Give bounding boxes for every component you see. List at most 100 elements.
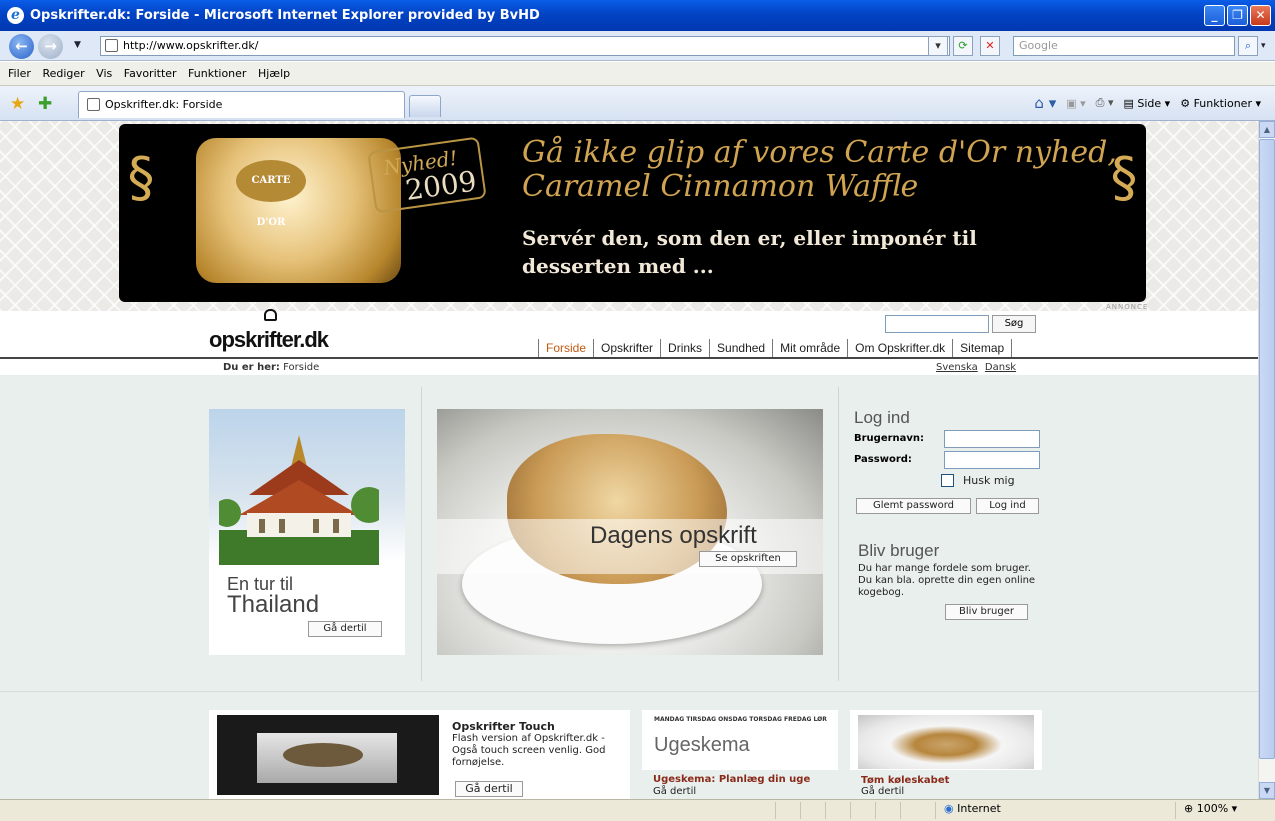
site-nav: Forside Opskrifter Drinks Sundhed Mit om… <box>538 339 1013 357</box>
site-search-input[interactable] <box>885 315 989 333</box>
nav-mit-omraade[interactable]: Mit område <box>772 339 847 357</box>
banner-headline: Gå ikke glip af vores Carte d'Or nyhed, … <box>522 135 1117 204</box>
menu-help[interactable]: Hjælp <box>258 62 290 80</box>
favorites-star-icon[interactable]: ★ <box>10 94 25 114</box>
menu-favorites[interactable]: Favoritter <box>124 62 177 80</box>
close-button[interactable]: ✕ <box>1250 5 1271 26</box>
zone-indicator: ◉ Internet <box>935 802 1155 819</box>
touch-screenshot-image <box>217 715 439 795</box>
window-title: Opskrifter.dk: Forside - Microsoft Inter… <box>30 8 540 23</box>
remember-label: Husk mig <box>963 474 1015 487</box>
thailand-goto-button[interactable]: Gå dertil <box>308 621 382 637</box>
status-bar: ◉ Internet ⊕ 100% ▾ <box>0 799 1275 821</box>
scroll-thumb[interactable] <box>1259 139 1275 759</box>
header-divider <box>0 357 1258 359</box>
menu-bar: Filer Rediger Vis Favoritter Funktioner … <box>0 62 1275 86</box>
ad-label: ANNONCE <box>1106 303 1149 311</box>
nav-om[interactable]: Om Opskrifter.dk <box>847 339 952 357</box>
tools-menu[interactable]: ⚙ Funktioner ▾ <box>1180 97 1261 110</box>
recipe-of-day-title: Dagens opskrift <box>590 522 757 549</box>
zoom-control[interactable]: ⊕ 100% ▾ <box>1175 802 1270 819</box>
home-icon[interactable]: ⌂ ▾ <box>1034 94 1056 112</box>
nav-drinks[interactable]: Drinks <box>660 339 709 357</box>
address-bar: ← → ▼ http://www.opskrifter.dk/ ▾ ⟳ ✕ Go… <box>0 31 1275 61</box>
search-options-icon[interactable]: ▾ <box>1261 41 1266 51</box>
fridge-link[interactable]: Gå dertil <box>861 786 904 798</box>
menu-edit[interactable]: Rediger <box>42 62 84 80</box>
card-ugeskema[interactable]: MANDAG TIRSDAG ONSDAG TORSDAG FREDAG LØR… <box>642 710 838 799</box>
page-viewport: § CARTE D'OR Nyhed! 2009 Gå ikke glip af… <box>0 121 1258 799</box>
history-dropdown-icon[interactable]: ▼ <box>74 40 81 50</box>
new-tab-button[interactable] <box>409 95 441 117</box>
lang-dansk[interactable]: Dansk <box>985 362 1016 373</box>
card-touch[interactable]: Opskrifter Touch Flash version af Opskri… <box>209 710 630 799</box>
menu-view[interactable]: Vis <box>96 62 112 80</box>
username-label: Brugernavn: <box>854 433 925 444</box>
touch-text: Flash version af Opskrifter.dk - Også to… <box>452 733 606 768</box>
site-search-button[interactable]: Søg <box>992 315 1036 333</box>
stop-button[interactable]: ✕ <box>980 36 1000 56</box>
scroll-down-icon[interactable]: ▼ <box>1259 782 1275 799</box>
add-favorite-icon[interactable]: ✚ <box>38 94 52 114</box>
ornament-left-icon: § <box>127 146 155 209</box>
username-field[interactable] <box>944 430 1040 448</box>
tab-bar: ★ ✚ Opskrifter.dk: Forside ⌂ ▾ ▣ ▾ ⎙ ▾ ▤… <box>0 86 1275 121</box>
password-field[interactable] <box>944 451 1040 469</box>
signup-button[interactable]: Bliv bruger <box>945 604 1028 620</box>
search-box[interactable]: Google <box>1013 36 1235 56</box>
forgot-password-button[interactable]: Glemt password <box>856 498 971 514</box>
url-field[interactable]: http://www.opskrifter.dk/ <box>100 36 950 56</box>
minimize-button[interactable]: _ <box>1204 5 1225 26</box>
column-divider <box>421 387 422 681</box>
menu-file[interactable]: Filer <box>8 62 31 80</box>
ornament-right-icon: § <box>1110 146 1138 209</box>
week-link[interactable]: Gå dertil <box>653 786 696 798</box>
login-title: Log ind <box>854 408 910 427</box>
ad-banner[interactable]: § CARTE D'OR Nyhed! 2009 Gå ikke glip af… <box>119 124 1146 302</box>
window-titlebar: e Opskrifter.dk: Forside - Microsoft Int… <box>0 0 1275 31</box>
food-image <box>858 715 1034 769</box>
week-title: Ugeskema: Planlæg din uge <box>653 774 811 785</box>
forward-button[interactable]: → <box>38 34 63 59</box>
search-icon[interactable]: ⌕ <box>1238 36 1258 56</box>
nav-forside[interactable]: Forside <box>538 339 593 357</box>
signup-text: Du har mange fordele som bruger. Du kan … <box>858 563 1036 598</box>
breadcrumb: Du er her: Forside <box>223 362 320 373</box>
remember-checkbox[interactable] <box>941 474 954 487</box>
refresh-button[interactable]: ⟳ <box>953 36 973 56</box>
page-icon <box>105 39 118 52</box>
vertical-scrollbar[interactable]: ▲ ▼ <box>1258 121 1275 799</box>
week-days: MANDAG TIRSDAG ONSDAG TORSDAG FREDAG LØR <box>654 716 827 723</box>
login-button[interactable]: Log ind <box>976 498 1039 514</box>
print-icon[interactable]: ⎙ ▾ <box>1096 96 1114 110</box>
temple-image <box>219 435 379 565</box>
thailand-promo[interactable]: En tur til Thailand Gå dertil <box>209 409 405 655</box>
scroll-up-icon[interactable]: ▲ <box>1259 121 1275 138</box>
menu-tools[interactable]: Funktioner <box>188 62 246 80</box>
product-brand: CARTE D'OR <box>236 160 306 228</box>
signup-title: Bliv bruger <box>858 541 940 560</box>
globe-icon: ◉ <box>944 802 954 815</box>
touch-title: Opskrifter Touch <box>452 720 555 733</box>
see-recipe-button[interactable]: Se opskriften <box>699 551 797 567</box>
breadcrumb-current[interactable]: Forside <box>283 362 319 373</box>
touch-goto-button[interactable]: Gå dertil <box>455 781 523 797</box>
lang-svenska[interactable]: Svenska <box>936 362 978 373</box>
week-image-title: Ugeskema <box>654 734 750 756</box>
nav-sitemap[interactable]: Sitemap <box>952 339 1013 357</box>
browser-tab[interactable]: Opskrifter.dk: Forside <box>78 91 405 118</box>
url-dropdown-button[interactable]: ▾ <box>928 36 948 56</box>
chef-hat-icon <box>264 309 277 321</box>
back-button[interactable]: ← <box>9 34 34 59</box>
page-menu[interactable]: ▤ Side ▾ <box>1123 97 1170 110</box>
tab-page-icon <box>87 98 100 111</box>
card-koeleskab[interactable]: Tøm køleskabet Gå dertil <box>850 710 1042 799</box>
nav-sundhed[interactable]: Sundhed <box>709 339 772 357</box>
feeds-icon[interactable]: ▣ ▾ <box>1066 97 1085 110</box>
banner-subline: Servér den, som den er, eller imponér ti… <box>522 226 977 278</box>
site-logo[interactable]: opskrifter.dk <box>209 309 329 352</box>
restore-button[interactable]: ❐ <box>1227 5 1248 26</box>
recipe-of-day[interactable]: Dagens opskrift Se opskriften <box>437 409 823 655</box>
nav-opskrifter[interactable]: Opskrifter <box>593 339 660 357</box>
zoom-icon: ⊕ <box>1184 802 1194 815</box>
